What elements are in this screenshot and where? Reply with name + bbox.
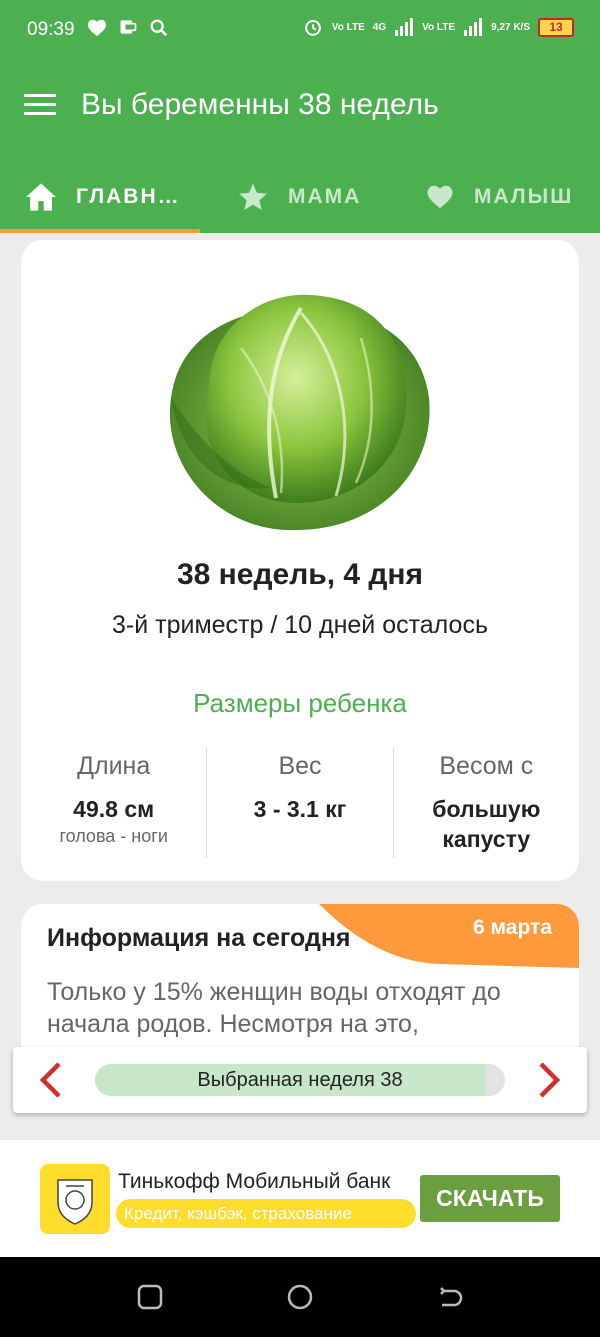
cabbage-image [169, 294, 430, 531]
recent-apps-icon[interactable] [136, 1283, 164, 1311]
trimester-text: 3-й триместр / 10 дней осталось [112, 611, 488, 639]
tab-indicator [0, 229, 200, 233]
download-button[interactable]: СКАЧАТЬ [420, 1175, 560, 1222]
signal-label-3: Vo LTE [422, 21, 456, 33]
size-stats: Длина 49.8 см голова - ноги Вес 3 - 3.1 … [21, 748, 579, 858]
tab-main-label: ГЛАВН… [76, 184, 181, 208]
ad-banner[interactable]: Тинькофф Мобильный банк Кредит, кэшбэк, … [0, 1140, 600, 1257]
stat-comparison: Весом с большую капусту [392, 748, 579, 858]
stat-label: Вес [278, 752, 322, 780]
tab-baby[interactable]: МАЛЫШ [424, 160, 573, 233]
stat-value: 3 - 3.1 кг [253, 796, 347, 822]
selected-week-label: Выбранная неделя 38 [197, 1069, 403, 1091]
tab-bar: ГЛАВН… МАМА МАЛЫШ [0, 160, 600, 233]
back-icon[interactable] [436, 1283, 464, 1311]
top-bar: 09:39 Vo LTE 4G Vo LTE 9,27 K/S 13 Вы бе… [0, 0, 600, 233]
ad-title: Тинькофф Мобильный банк [118, 1170, 391, 1193]
status-time: 09:39 [27, 19, 75, 40]
next-week-arrow-icon[interactable] [527, 1060, 567, 1100]
tab-mom-label: МАМА [288, 184, 362, 208]
info-title: Информация на сегодня [47, 924, 351, 952]
network-speed: 9,27 K/S [491, 21, 530, 33]
stat-label: Длина [77, 752, 151, 780]
tab-baby-label: МАЛЫШ [474, 184, 574, 208]
bank-logo-icon [40, 1164, 110, 1234]
info-date: 6 марта [473, 916, 552, 939]
tab-mom[interactable]: МАМА [236, 160, 361, 233]
app-bar: Вы беременны 38 недель [0, 70, 600, 146]
signal-icon [395, 18, 414, 36]
baby-sizes-title: Размеры ребенка [193, 688, 407, 718]
home-nav-icon[interactable] [286, 1283, 314, 1311]
system-nav-bar [0, 1257, 600, 1337]
week-selector: Выбранная неделя 38 [13, 1047, 587, 1113]
page-title: Вы беременны 38 недель [81, 88, 439, 121]
status-bar: 09:39 Vo LTE 4G Vo LTE 9,27 K/S 13 [0, 0, 600, 60]
ad-subtitle: Кредит, кэшбэк, страхование [116, 1199, 416, 1228]
stat-label: Весом с [439, 752, 534, 780]
battery-icon: 13 [538, 17, 574, 37]
stat-sub: голова - ноги [59, 826, 168, 846]
week-progress: Выбранная неделя 38 [95, 1064, 505, 1096]
signal-label-1: Vo LTE [331, 21, 365, 33]
week-text: 38 недель, 4 дня [176, 558, 424, 591]
alarm-icon [304, 20, 321, 36]
heart-icon [427, 185, 453, 208]
stat-length: Длина 49.8 см голова - ноги [21, 748, 206, 858]
stat-value: большую капусту [432, 796, 541, 852]
search-icon [150, 19, 168, 37]
info-text: Только у 15% женщин воды отходят до нача… [47, 978, 501, 1038]
previous-week-arrow-icon[interactable] [33, 1060, 73, 1100]
signal-label-2: 4G [372, 21, 387, 33]
menu-button[interactable] [24, 94, 56, 120]
heart-icon [87, 19, 107, 37]
signal-icon [464, 18, 483, 36]
stat-weight: Вес 3 - 3.1 кг [206, 748, 392, 858]
wallet-icon [120, 20, 137, 34]
home-icon [26, 182, 56, 211]
star-icon [239, 183, 267, 210]
week-card: 38 недель, 4 дня 3-й триместр / 10 дней … [21, 240, 579, 881]
stat-value: 49.8 см [73, 796, 155, 822]
tab-main[interactable]: ГЛАВН… [24, 160, 181, 233]
